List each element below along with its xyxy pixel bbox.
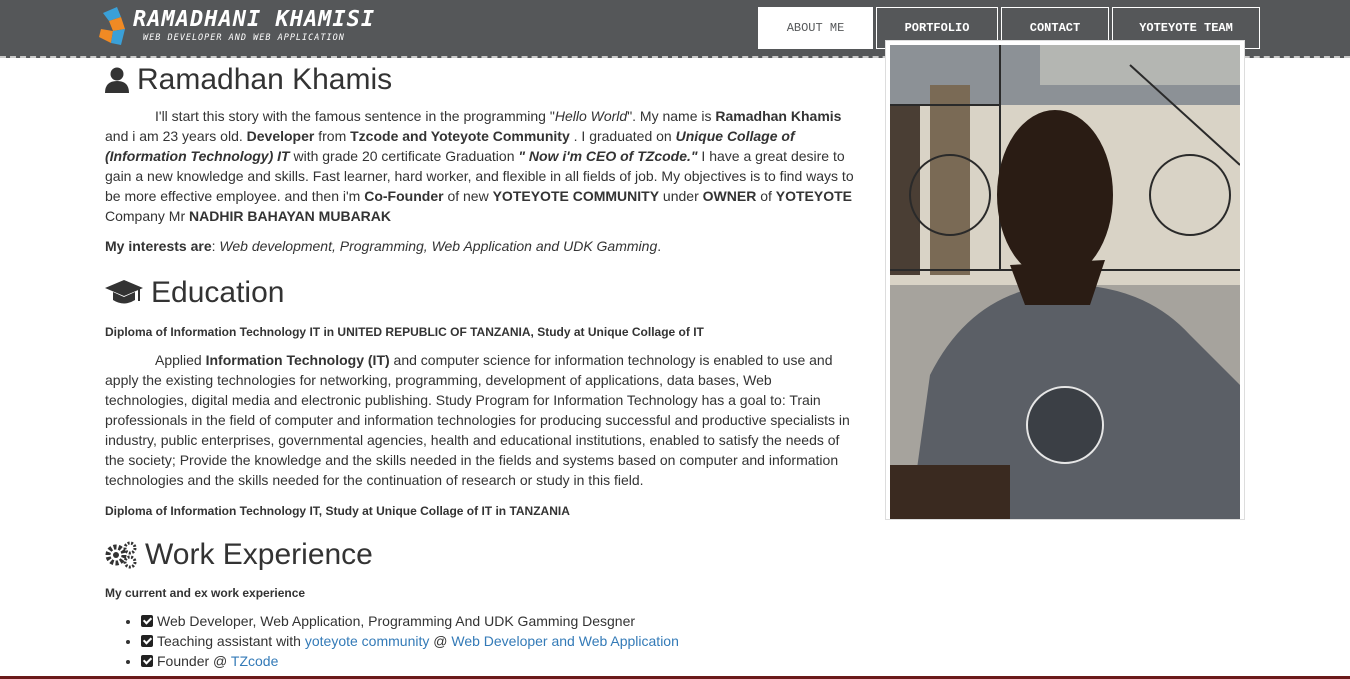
check-square-icon: [141, 655, 153, 667]
gears-icon: [105, 541, 137, 569]
text-run: from: [314, 128, 351, 144]
education-heading: Education: [105, 274, 857, 312]
brand-logo-icon: [99, 7, 125, 45]
text-run: of: [756, 188, 776, 204]
profile-photo-frame: [885, 40, 1245, 520]
education-sub-1: Diploma of Information Technology IT in …: [105, 325, 704, 339]
list-item: Teaching assistant with yoteyote communi…: [141, 631, 857, 651]
check-square-icon: [141, 615, 153, 627]
web-developer-link[interactable]: Web Developer and Web Application: [451, 633, 679, 649]
text-run: Web Developer, Web Application, Programm…: [157, 613, 636, 629]
list-item: Web Developer, Web Application, Programm…: [141, 611, 857, 631]
text-run: Co-Founder: [364, 188, 444, 204]
work-list: Web Developer, Web Application, Programm…: [141, 611, 857, 671]
text-run: Hello World: [554, 108, 628, 124]
text-run: Teaching assistant with: [157, 633, 305, 649]
text-run: Ramadhan Khamis: [715, 108, 842, 124]
brand-title: RAMADHANI KHAMISI: [133, 7, 376, 32]
main-content: Ramadhan Khamis I'll start this story wi…: [105, 58, 857, 671]
text-run: YOTEYOTE: [775, 188, 853, 204]
work-heading: Work Experience: [105, 536, 857, 574]
text-run: Applied: [155, 352, 206, 368]
text-run: OWNER: [702, 188, 757, 204]
work-sub: My current and ex work experience: [105, 586, 306, 600]
text-run: Tzcode and Yoteyote Community: [350, 128, 570, 144]
text-run: under: [659, 188, 703, 204]
text-run: ". My name is: [627, 108, 716, 124]
user-icon: [105, 67, 129, 93]
brand-logo-link[interactable]: RAMADHANI KHAMISI WEB DEVELOPER AND WEB …: [99, 6, 375, 50]
nav-about-me[interactable]: ABOUT ME: [758, 7, 873, 49]
text-run: Founder @: [157, 653, 231, 669]
text-run: Developer: [246, 128, 315, 144]
education-sub-2: Diploma of Information Technology IT, St…: [105, 504, 570, 518]
text-run: of new: [443, 188, 493, 204]
profile-photo-image: [890, 45, 1240, 519]
brand-subtitle: WEB DEVELOPER AND WEB APPLICATION: [143, 33, 345, 43]
text-run: NADHIR BAHAYAN MUBARAK: [189, 208, 392, 224]
check-square-icon: [141, 635, 153, 647]
education-heading-text: Education: [151, 276, 285, 309]
interests-line: My interests are: Web development, Progr…: [105, 236, 857, 256]
work-heading-text: Work Experience: [145, 538, 373, 571]
education-paragraph: Applied Information Technology (IT) and …: [105, 350, 857, 490]
text-run: . I graduated on: [569, 128, 676, 144]
text-run: I'll start this story with the famous se…: [155, 108, 555, 124]
text-run: .: [657, 238, 662, 254]
list-item: Founder @ TZcode: [141, 651, 857, 671]
text-run: YOTEYOTE COMMUNITY: [492, 188, 660, 204]
tzcode-link[interactable]: TZcode: [231, 653, 278, 669]
text-run: Information Technology (IT): [205, 352, 390, 368]
about-heading-text: Ramadhan Khamis: [137, 63, 393, 96]
profile-photo: [890, 45, 1240, 519]
text-run: and computer science for information tec…: [105, 352, 850, 488]
graduation-cap-icon: [105, 280, 143, 304]
text-run: Company Mr: [105, 208, 190, 224]
text-run: @: [429, 633, 452, 649]
text-run: with grade 20 certificate Graduation: [289, 148, 519, 164]
text-run: and i am 23 years old.: [105, 128, 247, 144]
text-run: " Now i'm CEO of TZcode.": [518, 148, 698, 164]
interests-value: Web development, Programming, Web Applic…: [219, 238, 658, 254]
yoteyote-community-link[interactable]: yoteyote community: [305, 633, 430, 649]
about-heading: Ramadhan Khamis: [105, 61, 857, 99]
interests-label: My interests are: [105, 238, 212, 254]
about-paragraph: I'll start this story with the famous se…: [105, 106, 857, 226]
